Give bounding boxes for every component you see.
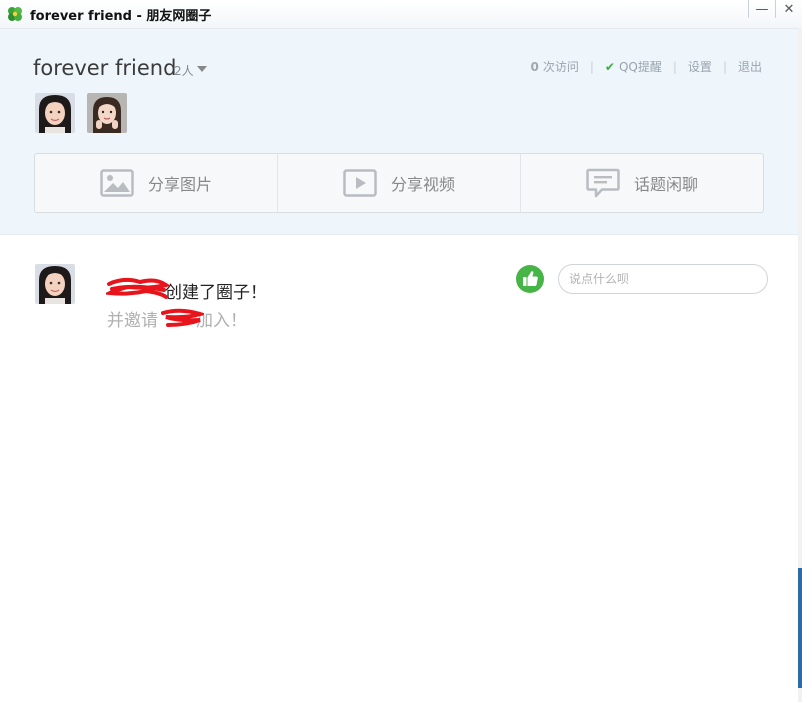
share-image-button[interactable]: 分享图片 — [35, 154, 278, 212]
avatar-photo-icon — [35, 264, 75, 304]
member-avatar[interactable] — [35, 93, 75, 133]
thumbs-up-icon — [523, 271, 538, 286]
scrollbar-thumb[interactable] — [798, 568, 802, 688]
member-avatar[interactable] — [87, 93, 127, 133]
post-invite-text: 并邀请 — [107, 311, 158, 331]
post-text-line2: 并邀请 加入！ — [107, 306, 247, 331]
chevron-down-icon[interactable] — [197, 66, 207, 72]
window-title-bar: forever friend - 朋友网圈子 — ✕ — [0, 0, 802, 29]
share-action-bar: 分享图片 分享视频 话题闲聊 — [34, 153, 764, 213]
share-video-button[interactable]: 分享视频 — [278, 154, 521, 212]
share-video-label: 分享视频 — [390, 175, 455, 194]
close-button[interactable]: ✕ — [776, 0, 802, 20]
post-created-text: 创建了圈子！ — [165, 283, 267, 303]
exit-link[interactable]: 退出 — [738, 58, 762, 75]
divider: | — [722, 59, 727, 74]
visit-count-label: 次访问 — [542, 60, 579, 74]
topic-chat-button[interactable]: 话题闲聊 — [521, 154, 763, 212]
post-text-line1: 创建了圈子！ — [107, 278, 267, 303]
circle-title: forever friend — [33, 56, 177, 80]
post-join-text: 加入！ — [196, 311, 247, 331]
qq-reminder-link[interactable]: QQ提醒 — [619, 58, 662, 75]
settings-link[interactable]: 设置 — [688, 58, 712, 75]
visit-count: 0 — [530, 59, 539, 74]
avatar-photo-icon — [35, 93, 75, 133]
minimize-button[interactable]: — — [749, 0, 775, 20]
clover-app-icon — [8, 7, 22, 21]
comment-input[interactable] — [558, 264, 768, 294]
member-avatars — [35, 93, 127, 133]
window-controls: — ✕ — [748, 0, 802, 20]
image-icon — [100, 169, 134, 197]
divider: | — [589, 59, 594, 74]
video-icon — [343, 169, 377, 197]
member-count-dropdown[interactable]: 2人 — [174, 62, 194, 79]
post-author-avatar[interactable] — [35, 264, 75, 304]
check-icon: ✔ — [604, 59, 615, 74]
window-title: forever friend - 朋友网圈子 — [30, 9, 212, 24]
top-links: 0 次访问 | ✔ QQ提醒 | 设置 | 退出 — [530, 58, 762, 75]
topic-chat-label: 话题闲聊 — [633, 175, 698, 194]
share-image-label: 分享图片 — [147, 175, 212, 194]
avatar-photo-icon — [87, 93, 127, 133]
divider: | — [672, 59, 677, 74]
chat-icon — [586, 168, 620, 198]
like-button[interactable] — [516, 265, 544, 293]
